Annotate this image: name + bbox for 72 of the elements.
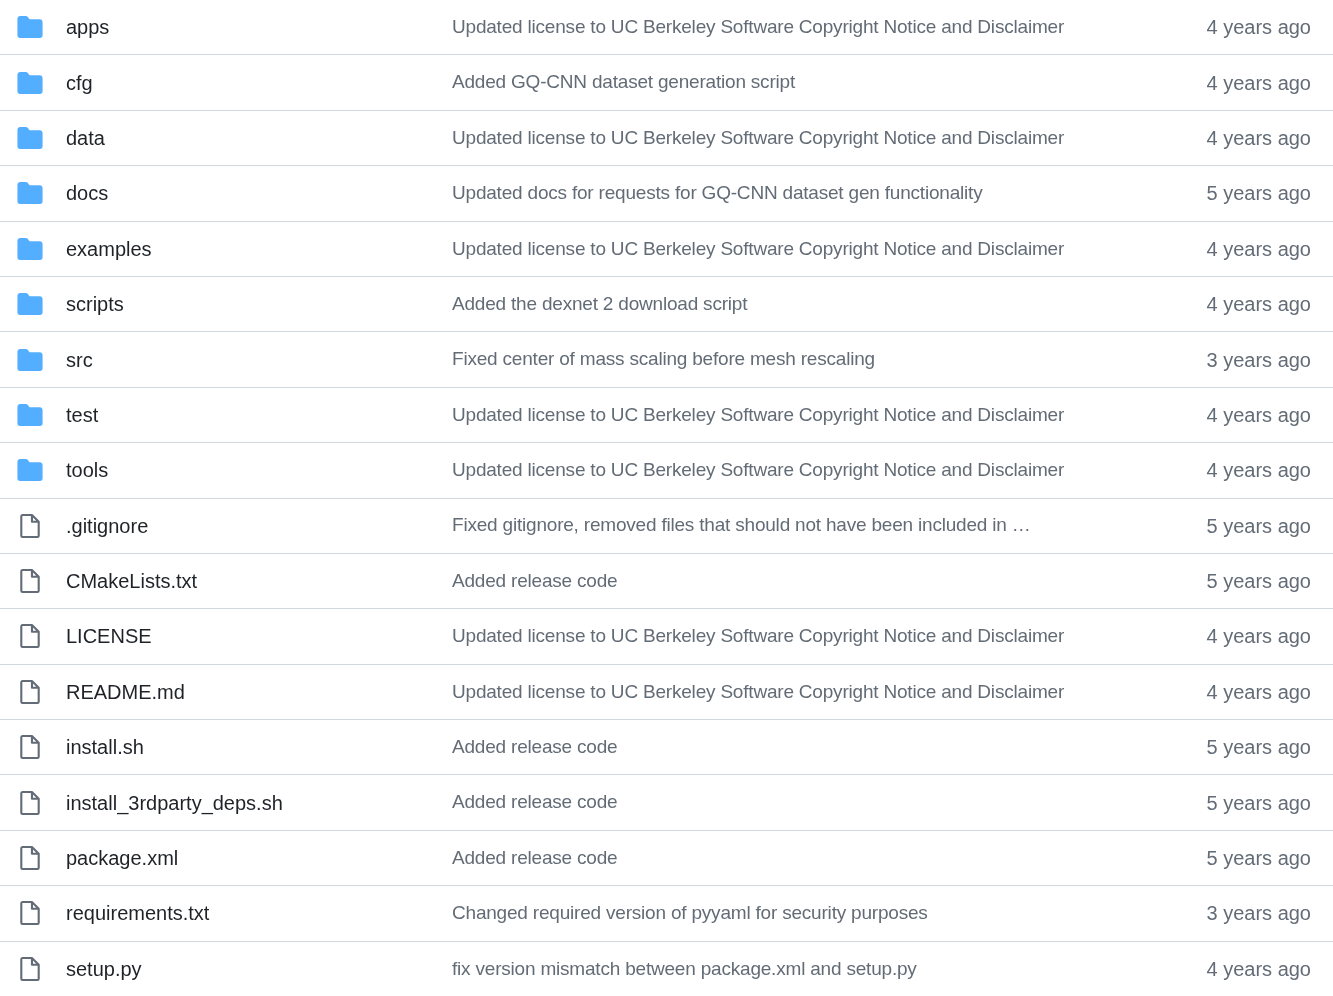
folder-icon (17, 126, 43, 149)
commit-message-link[interactable]: Updated docs for requests for GQ-CNN dataset gen functionality (452, 179, 1191, 208)
commit-message-link[interactable]: Added release code (452, 788, 1191, 817)
folder-icon (17, 182, 43, 205)
file-icon (20, 846, 40, 871)
folder-link[interactable]: src (66, 344, 452, 375)
commit-message-link[interactable]: Changed required version of pyyaml for security purposes (452, 899, 1191, 928)
folder-link[interactable]: scripts (66, 289, 452, 320)
folder-link[interactable]: tools (66, 455, 452, 486)
commit-age: 5 years ago (1205, 790, 1312, 816)
file-link[interactable]: package.xml (66, 843, 452, 874)
folder-icon (17, 459, 43, 482)
commit-age: 5 years ago (1205, 846, 1312, 872)
file-link[interactable]: README.md (66, 676, 452, 707)
folder-icon (17, 293, 43, 316)
file-link[interactable]: requirements.txt (66, 898, 452, 929)
commit-age: 4 years ago (1205, 125, 1312, 151)
commit-age: 4 years ago (1205, 458, 1312, 484)
file-icon (20, 624, 40, 649)
folder-link[interactable]: examples (66, 233, 452, 264)
commit-message-link[interactable]: Fixed gitignore, removed files that should not have been included in … (452, 511, 1191, 540)
commit-age: 4 years ago (1205, 679, 1312, 705)
commit-message-link[interactable]: Updated license to UC Berkeley Software Copyright Notice and Disclaimer (452, 123, 1191, 153)
folder-icon (17, 403, 43, 426)
folder-link[interactable]: cfg (66, 67, 452, 98)
file-icon (20, 679, 40, 704)
folder-icon (17, 348, 43, 371)
file-icon (20, 956, 40, 981)
commit-message-link[interactable]: Updated license to UC Berkeley Software Copyright Notice and Disclaimer (452, 234, 1191, 263)
commit-message-link[interactable]: Added the dexnet 2 download script (452, 289, 1191, 319)
file-link[interactable]: LICENSE (66, 621, 452, 652)
commit-message-link[interactable]: Updated license to UC Berkeley Software Copyright Notice and Disclaimer (452, 622, 1191, 651)
commit-age: 5 years ago (1205, 513, 1312, 539)
folder-icon (17, 237, 43, 260)
file-link[interactable]: CMakeLists.txt (66, 566, 452, 597)
commit-message-link[interactable]: Added release code (452, 566, 1191, 596)
file-link[interactable]: install.sh (66, 732, 452, 763)
file-icon (20, 735, 40, 760)
file-icon (20, 513, 40, 538)
commit-age: 3 years ago (1205, 901, 1312, 927)
folder-link[interactable]: data (66, 122, 452, 153)
commit-age: 5 years ago (1205, 181, 1312, 207)
commit-age: 4 years ago (1205, 15, 1312, 41)
folder-icon (17, 16, 43, 39)
file-link[interactable]: .gitignore (66, 510, 452, 541)
commit-age: 5 years ago (1205, 569, 1312, 595)
commit-message-link[interactable]: Updated license to UC Berkeley Software Copyright Notice and Disclaimer (452, 400, 1191, 430)
folder-link[interactable]: test (66, 399, 452, 430)
file-link[interactable]: install_3rdparty_deps.sh (66, 787, 452, 818)
folder-icon (17, 71, 43, 94)
commit-age: 3 years ago (1205, 347, 1312, 373)
commit-age: 4 years ago (1205, 70, 1312, 96)
commit-age: 4 years ago (1205, 236, 1312, 262)
commit-message-link[interactable]: Updated license to UC Berkeley Software Copyright Notice and Disclaimer (452, 12, 1191, 42)
commit-age: 4 years ago (1205, 402, 1312, 428)
file-icon (20, 790, 40, 815)
commit-message-link[interactable]: Added GQ-CNN dataset generation script (452, 68, 1191, 97)
commit-message-link[interactable]: Updated license to UC Berkeley Software Copyright Notice and Disclaimer (452, 456, 1191, 485)
commit-age: 4 years ago (1205, 956, 1312, 982)
commit-message-link[interactable]: fix version mismatch between package.xml and setup.py (452, 954, 1191, 984)
file-icon (20, 569, 40, 594)
commit-message-link[interactable]: Added release code (452, 733, 1191, 762)
folder-link[interactable]: apps (66, 12, 452, 43)
commit-message-link[interactable]: Updated license to UC Berkeley Software Copyright Notice and Disclaimer (452, 677, 1191, 707)
commit-age: 4 years ago (1205, 292, 1312, 318)
file-link[interactable]: setup.py (66, 953, 452, 984)
file-icon (20, 901, 40, 926)
folder-link[interactable]: docs (66, 178, 452, 209)
commit-age: 5 years ago (1205, 735, 1312, 761)
commit-message-link[interactable]: Added release code (452, 843, 1191, 873)
commit-message-link[interactable]: Fixed center of mass scaling before mesh rescaling (452, 345, 1191, 374)
commit-age: 4 years ago (1205, 624, 1312, 650)
